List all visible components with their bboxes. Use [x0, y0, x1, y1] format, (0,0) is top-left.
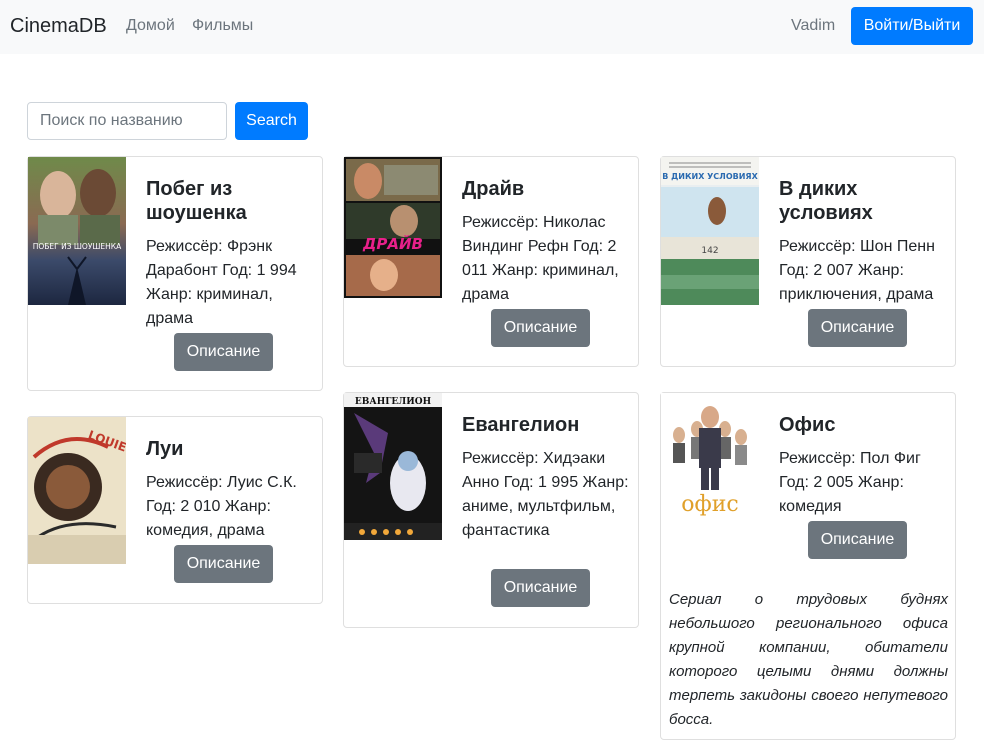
description-button[interactable]: Описание: [808, 521, 907, 559]
description-button[interactable]: Описание: [491, 569, 590, 607]
movie-title: Драйв: [462, 178, 525, 200]
movie-card-office: офис Офис Режиссёр: Пол Фиг Год: 2 005 Ж…: [660, 392, 956, 740]
movie-poster: LOUIE: [28, 417, 126, 564]
movie-poster: офис: [661, 393, 759, 541]
movie-description: Сериал о трудовых буднях небольшого реги…: [669, 591, 948, 728]
poster-title-text: ПОБЕГ ИЗ ШОУШЕНКА: [33, 242, 122, 251]
movie-info: Режиссёр: Пол Фиг Год: 2 005 Жанр: комед…: [779, 450, 921, 515]
movie-title: Офис: [779, 414, 836, 436]
card-body: Побег из шоушенка Режиссёр: Фрэнк Дарабо…: [146, 177, 314, 331]
card-body: В диких условиях Режиссёр: Шон Пенн Год:…: [779, 177, 947, 307]
movie-poster: ПОБЕГ ИЗ ШОУШЕНКА: [28, 157, 126, 305]
movie-info: Режиссёр: Луис С.К. Год: 2 010 Жанр: ком…: [146, 474, 297, 539]
movie-card-shawshank: ПОБЕГ ИЗ ШОУШЕНКА Побег из шоушенка Режи…: [27, 156, 323, 391]
movie-card-into-the-wild: В ДИКИХ УСЛОВИЯХ 142 В диких условиях Ре…: [660, 156, 956, 367]
movie-title: В диких условиях: [779, 178, 873, 224]
movie-poster: В ДИКИХ УСЛОВИЯХ 142: [661, 157, 759, 305]
description-button[interactable]: Описание: [174, 545, 273, 583]
card-body: Евангелион Режиссёр: Хидэаки Анно Год: 1…: [462, 413, 630, 543]
movie-poster: ДРАЙВ: [344, 157, 442, 298]
svg-text:142: 142: [701, 246, 718, 256]
movie-info: Режиссёр: Шон Пенн Год: 2 007 Жанр: прик…: [779, 238, 935, 303]
movie-title: Побег из шоушенка: [146, 178, 247, 224]
description-button[interactable]: Описание: [491, 309, 590, 347]
search-input[interactable]: [27, 102, 227, 140]
movie-poster: ЕВАНГЕЛИОН: [344, 393, 442, 540]
brand-link[interactable]: CinemaDB: [10, 15, 107, 38]
movie-card-louie: LOUIE Луи Режиссёр: Луис С.К. Год: 2 010…: [27, 416, 323, 604]
search-button[interactable]: Search: [235, 102, 308, 140]
card-body: Луи Режиссёр: Луис С.К. Год: 2 010 Жанр:…: [146, 437, 314, 543]
description-button[interactable]: Описание: [808, 309, 907, 347]
card-body: Офис Режиссёр: Пол Фиг Год: 2 005 Жанр: …: [779, 413, 947, 519]
login-logout-button[interactable]: Войти/Выйти: [851, 7, 973, 45]
movie-title: Евангелион: [462, 414, 580, 436]
poster-title-text: ДРАЙВ: [362, 234, 423, 253]
poster-title-text: В ДИКИХ УСЛОВИЯХ: [662, 172, 758, 181]
movie-card-drive: ДРАЙВ Драйв Режиссёр: Николас Виндинг Ре…: [343, 156, 639, 367]
nav-films-link[interactable]: Фильмы: [192, 17, 253, 35]
navbar: CinemaDB Домой Фильмы Vadim Войти/Выйти: [0, 0, 984, 54]
poster-title-text: ЕВАНГЕЛИОН: [355, 397, 432, 407]
movie-card-evangelion: ЕВАНГЕЛИОН Евангелион Режиссёр: Хидэаки …: [343, 392, 639, 628]
poster-title-text: офис: [681, 492, 738, 517]
description-button[interactable]: Описание: [174, 333, 273, 371]
nav-home-link[interactable]: Домой: [126, 17, 175, 35]
card-body: Драйв Режиссёр: Николас Виндинг Рефн Год…: [462, 177, 630, 307]
movie-info: Режиссёр: Николас Виндинг Рефн Год: 2 01…: [462, 214, 619, 303]
movie-info: Режиссёр: Хидэаки Анно Год: 1 995 Жанр: …: [462, 450, 629, 539]
nav-user-link[interactable]: Vadim: [791, 17, 835, 35]
movie-title: Луи: [146, 438, 184, 460]
movie-info: Режиссёр: Фрэнк Дарабонт Год: 1 994 Жанр…: [146, 238, 297, 327]
